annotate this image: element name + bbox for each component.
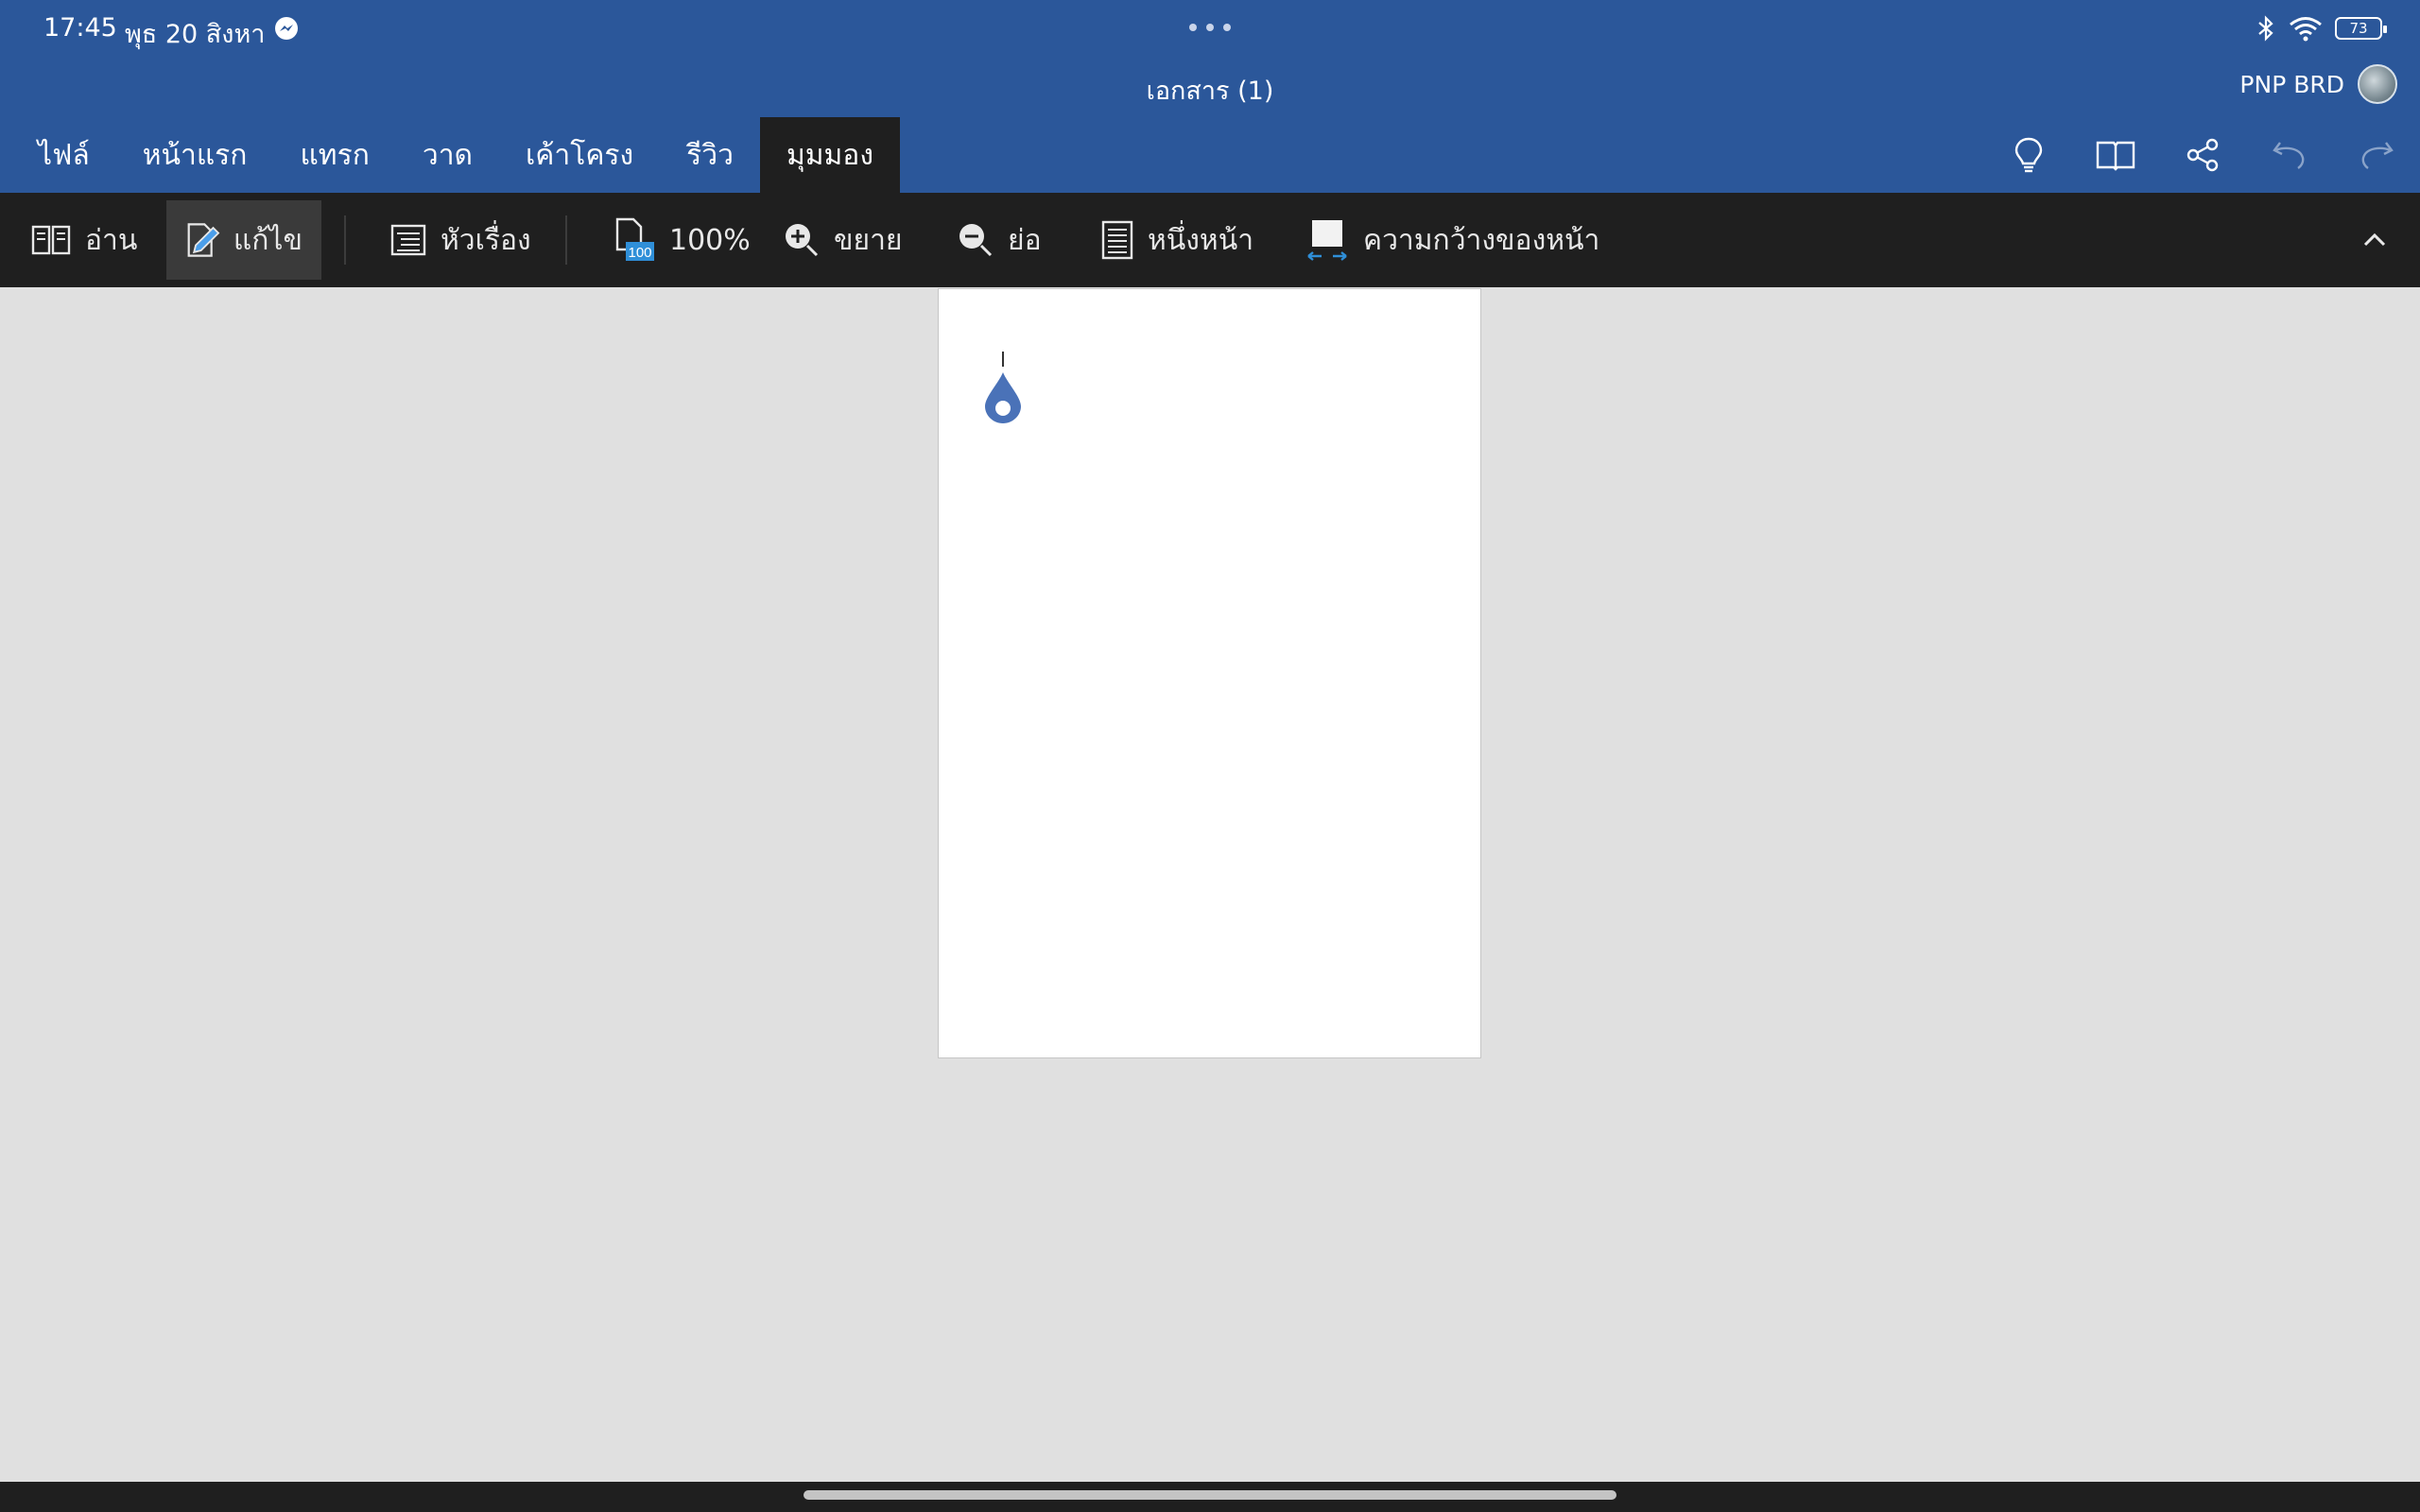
read-mode-button[interactable]: อ่าน (11, 200, 156, 280)
account-name[interactable]: PNP BRD (2239, 71, 2344, 98)
selection-handle-icon[interactable] (983, 370, 1023, 425)
collapse-ribbon-icon[interactable] (2358, 223, 2392, 257)
tab-review[interactable]: รีวิว (660, 117, 760, 193)
zoom-out-icon (959, 224, 993, 257)
status-date: พุธ 20 สิงหา (125, 20, 266, 49)
page-width-label: ความกว้างของหน้า (1363, 223, 1600, 257)
account-area[interactable]: PNP BRD (2239, 64, 2397, 104)
tab-layout[interactable]: เค้าโครง (499, 117, 660, 193)
book-icon[interactable] (2072, 117, 2159, 193)
undo-icon[interactable] (2246, 117, 2333, 193)
zoom-in-icon (786, 224, 819, 257)
one-page-button[interactable]: หนึ่งหน้า (1081, 200, 1272, 280)
status-icons: 73 (2256, 13, 2387, 43)
page-width-button[interactable]: ความกว้างของหน้า (1286, 200, 1618, 280)
ribbon-tabs: ไฟล์ หน้าแรก แทรก วาด เค้าโครง รีวิว มุม… (0, 117, 900, 193)
zoom-100-page-icon: 100 (615, 217, 654, 261)
multitask-dots-icon[interactable] (1187, 21, 1233, 34)
zoom-100-button[interactable]: 100 100% (596, 200, 769, 280)
toolbar-separator (565, 215, 567, 265)
read-book-icon (31, 225, 71, 255)
home-indicator[interactable] (804, 1490, 1616, 1500)
bluetooth-icon (2258, 15, 2273, 42)
read-mode-label: อ่าน (85, 223, 138, 257)
edit-pencil-icon (187, 223, 220, 257)
avatar[interactable] (2358, 64, 2397, 104)
edit-mode-label: แก้ไข (233, 223, 302, 257)
ribbon-actions (1985, 117, 2420, 193)
wifi-icon (2290, 17, 2322, 42)
one-page-label: หนึ่งหน้า (1148, 223, 1254, 257)
zoom-in-label: ขยาย (834, 223, 903, 257)
zoom-out-label: ย่อ (1008, 223, 1042, 257)
document-title[interactable]: เอกสาร (1) (0, 70, 2420, 111)
text-cursor (1002, 352, 1004, 367)
one-page-icon (1101, 220, 1133, 260)
tab-insert[interactable]: แทรก (273, 117, 395, 193)
redo-icon[interactable] (2333, 117, 2420, 193)
zoom-100-label: 100% (669, 223, 751, 257)
messenger-icon (275, 17, 298, 40)
headings-list-icon (390, 224, 426, 256)
status-bar: 17:45 พุธ 20 สิงหา 73 (0, 0, 2420, 57)
tab-view[interactable]: มุมมอง (759, 117, 900, 193)
page-width-icon (1307, 220, 1347, 261)
view-toolbar: อ่าน แก้ไข หัวเรื่อง 100 100% ขยาย ย่อ ห… (0, 193, 2420, 287)
zoom-in-button[interactable]: ขยาย (764, 200, 922, 280)
zoom-100-badge: 100 (628, 245, 651, 261)
headings-button[interactable]: หัวเรื่อง (371, 200, 550, 280)
share-icon[interactable] (2159, 117, 2246, 193)
tab-draw[interactable]: วาด (396, 117, 499, 193)
tab-home[interactable]: หน้าแรก (116, 117, 274, 193)
status-time: 17:45 (43, 13, 117, 43)
battery-level: 73 (2349, 20, 2368, 37)
tab-file[interactable]: ไฟล์ (0, 117, 116, 193)
headings-label: หัวเรื่อง (441, 223, 531, 257)
toolbar-separator (344, 215, 346, 265)
battery-icon: 73 (2335, 17, 2387, 40)
lightbulb-icon[interactable] (1985, 117, 2072, 193)
zoom-out-button[interactable]: ย่อ (938, 200, 1061, 280)
edit-mode-button[interactable]: แก้ไข (166, 200, 321, 280)
